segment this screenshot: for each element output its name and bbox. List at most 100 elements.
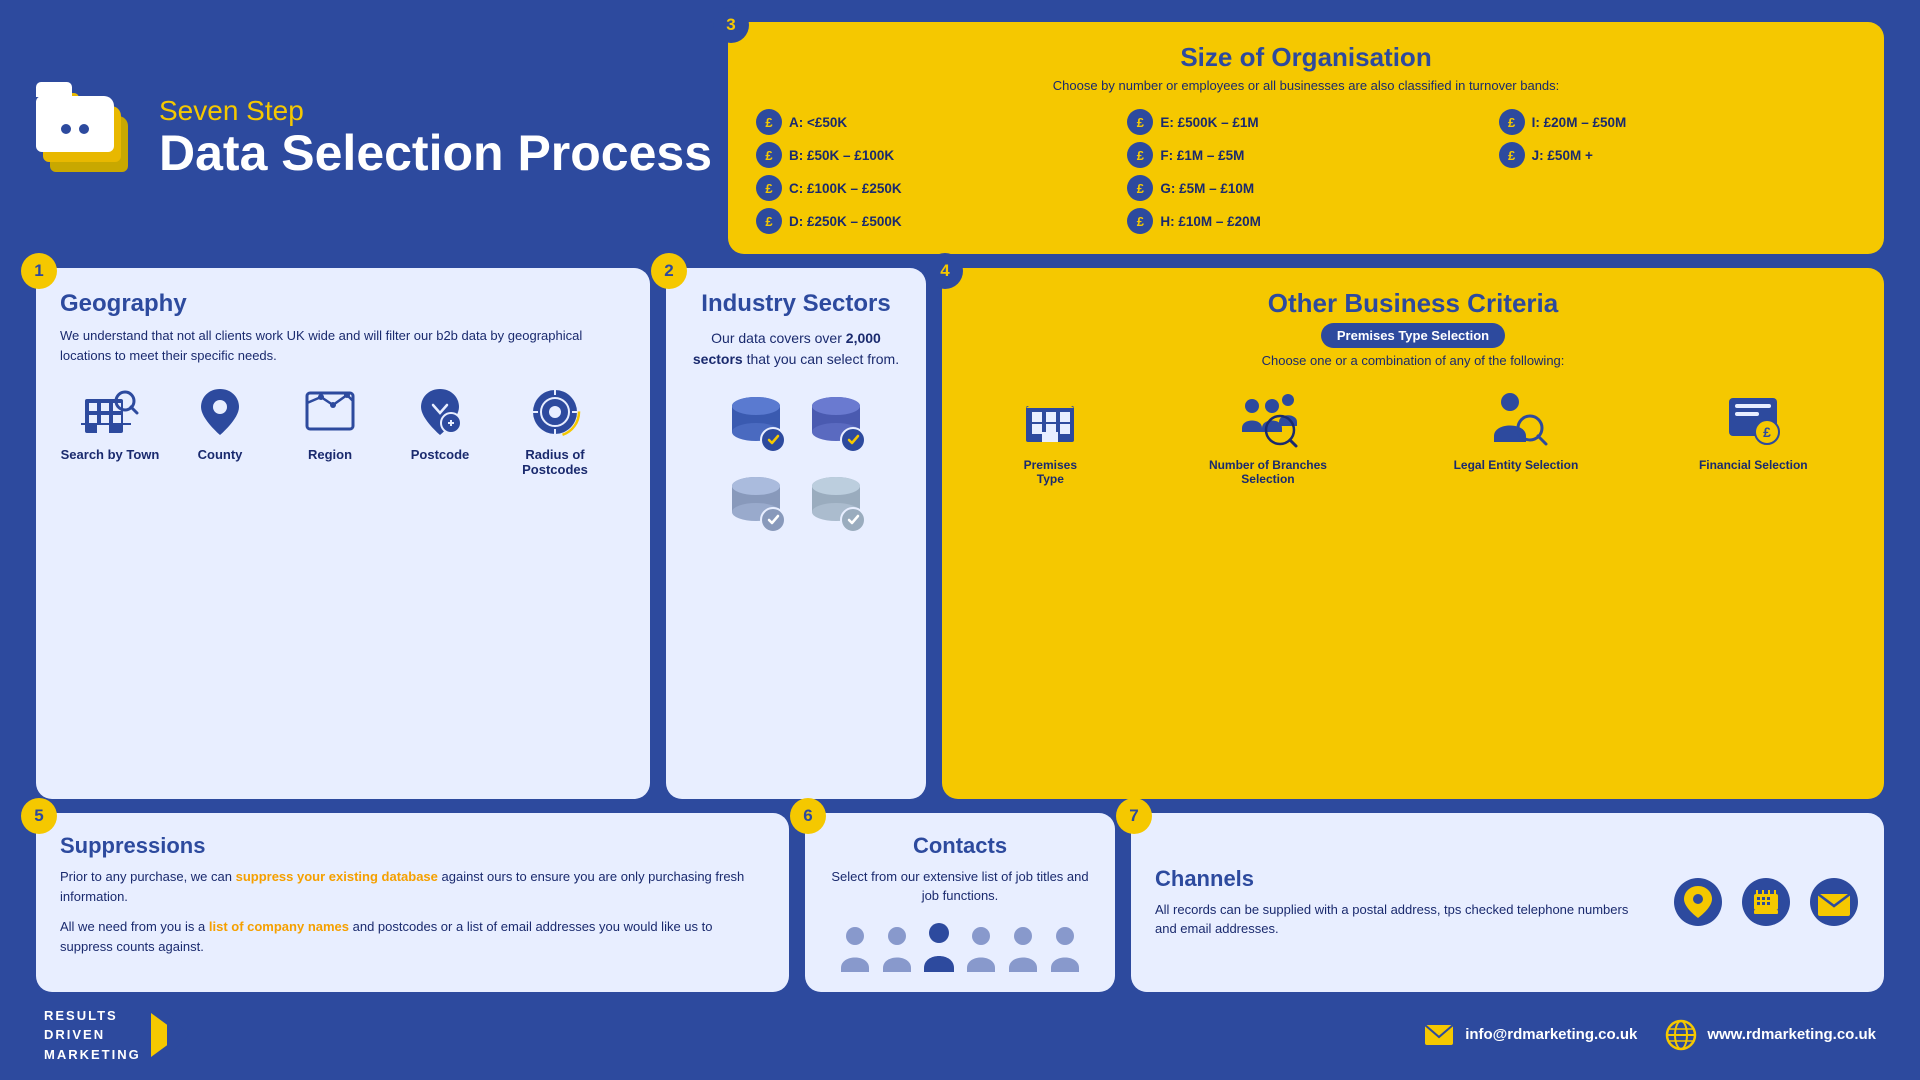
geography-body: We understand that not all clients work … — [60, 326, 626, 365]
band-b: £ B: £50K – £100K — [756, 142, 1113, 168]
region-icon — [301, 383, 359, 441]
band-e: £ E: £500K – £1M — [1127, 109, 1484, 135]
svg-text:£: £ — [1763, 424, 1771, 440]
criteria-choose-text: Choose one or a combination of any of th… — [966, 353, 1860, 368]
logo-area: RESULTS DRIVEN MARKETING — [44, 1006, 187, 1065]
location-icon — [1672, 876, 1724, 928]
geo-item-postcode: Postcode — [390, 383, 490, 477]
logo-line3: MARKETING — [44, 1045, 141, 1065]
email-contact: info@rdmarketing.co.uk — [1423, 1019, 1637, 1051]
footer-bar: RESULTS DRIVEN MARKETING info@rdmarketin… — [36, 1006, 1884, 1065]
email-footer-icon — [1423, 1019, 1455, 1051]
radius-icon — [526, 383, 584, 441]
premises-badge: Premises Type Selection — [1321, 323, 1505, 348]
person-icon-4 — [963, 924, 999, 972]
geo-item-county: County — [170, 383, 270, 477]
person-icon-1 — [837, 924, 873, 972]
criteria-title: Other Business Criteria — [966, 288, 1860, 319]
email-address: info@rdmarketing.co.uk — [1465, 1026, 1637, 1043]
band-a: £ A: <£50K — [756, 109, 1113, 135]
geo-label-region: Region — [308, 447, 352, 462]
card-suppressions: 5 Suppressions Prior to any purchase, we… — [36, 813, 789, 992]
step-5-badge: 5 — [21, 798, 57, 834]
premises-type-icon — [1018, 386, 1082, 450]
criteria-label-financial: Financial Selection — [1699, 458, 1808, 472]
database-icon-2 — [801, 388, 871, 458]
card-other-criteria: 4 Other Business Criteria Premises Type … — [942, 268, 1884, 798]
email-icon — [1808, 876, 1860, 928]
geography-title: Geography — [60, 290, 626, 318]
step-1-badge: 1 — [21, 253, 57, 289]
step-4-badge: 4 — [927, 253, 963, 289]
header-text: Seven Step Data Selection Process — [159, 96, 712, 179]
geo-label-town: Search by Town — [61, 447, 160, 462]
criteria-label-premises: PremisesType — [1024, 458, 1077, 486]
band-c: £ C: £100K – £250K — [756, 175, 1113, 201]
card-size-organisation: 3 Size of Organisation Choose by number … — [728, 22, 1884, 254]
contacts-title: Contacts — [913, 833, 1007, 859]
card-geography: 1 Geography We understand that not all c… — [36, 268, 650, 798]
channels-title: Channels — [1155, 866, 1652, 892]
band-j: £ J: £50M + — [1499, 142, 1856, 168]
contacts-body: Select from our extensive list of job ti… — [829, 867, 1091, 906]
contact-info: info@rdmarketing.co.uk www.rdmarketing.c… — [1423, 1019, 1876, 1051]
industry-body: Our data covers over 2,000 sectors that … — [686, 328, 906, 370]
globe-icon — [1665, 1019, 1697, 1051]
channels-body: All records can be supplied with a posta… — [1155, 900, 1652, 939]
band-f: £ F: £1M – £5M — [1127, 142, 1484, 168]
step-3-badge: 3 — [713, 7, 749, 43]
database-icon-3 — [721, 468, 791, 538]
telephone-icon — [1740, 876, 1792, 928]
person-icon-5 — [1005, 924, 1041, 972]
band-h: £ H: £10M – £20M — [1127, 208, 1484, 234]
header: Seven Step Data Selection Process — [36, 22, 712, 254]
branches-icon — [1236, 386, 1300, 450]
criteria-item-premises: PremisesType — [1018, 386, 1082, 486]
band-g: £ G: £5M – £10M — [1127, 175, 1484, 201]
logo-line1: RESULTS — [44, 1006, 141, 1026]
criteria-label-legal: Legal Entity Selection — [1454, 458, 1579, 472]
map-pin-icon — [191, 383, 249, 441]
band-d: £ D: £250K – £500K — [756, 208, 1113, 234]
step-6-badge: 6 — [790, 798, 826, 834]
person-icon-3 — [921, 920, 957, 972]
building-icon — [81, 383, 139, 441]
geo-label-radius: Radius of Postcodes — [500, 447, 610, 477]
criteria-label-branches: Number of Branches Selection — [1203, 458, 1333, 486]
card-contacts: 6 Contacts Select from our extensive lis… — [805, 813, 1115, 992]
database-icon-1 — [721, 388, 791, 458]
size-subtitle: Choose by number or employees or all bus… — [756, 77, 1856, 95]
database-icon-4 — [801, 468, 871, 538]
geo-label-postcode: Postcode — [411, 447, 470, 462]
header-title: Data Selection Process — [159, 127, 712, 180]
geo-item-radius: Radius of Postcodes — [500, 383, 610, 477]
industry-title: Industry Sectors — [701, 290, 890, 318]
postcode-icon — [411, 383, 469, 441]
criteria-item-branches: Number of Branches Selection — [1203, 386, 1333, 486]
legal-entity-icon — [1484, 386, 1548, 450]
geo-item-town: Search by Town — [60, 383, 160, 477]
website-address: www.rdmarketing.co.uk — [1707, 1026, 1876, 1043]
person-icon-2 — [879, 924, 915, 972]
geo-label-county: County — [198, 447, 243, 462]
criteria-item-legal: Legal Entity Selection — [1454, 386, 1579, 472]
financial-selection-icon: £ — [1721, 386, 1785, 450]
suppressions-body1: Prior to any purchase, we can suppress y… — [60, 867, 765, 907]
step-2-badge: 2 — [651, 253, 687, 289]
step-7-badge: 7 — [1116, 798, 1152, 834]
logo-chevron — [151, 1013, 187, 1057]
logo-line2: DRIVEN — [44, 1025, 141, 1045]
suppressions-title: Suppressions — [60, 833, 765, 859]
card-industry: 2 Industry Sectors Our data covers over … — [666, 268, 926, 798]
person-icon-6 — [1047, 924, 1083, 972]
suppressions-body2: All we need from you is a list of compan… — [60, 917, 765, 957]
criteria-item-financial: £ Financial Selection — [1699, 386, 1808, 472]
card-channels: 7 Channels All records can be supplied w… — [1131, 813, 1884, 992]
website-contact: www.rdmarketing.co.uk — [1665, 1019, 1876, 1051]
header-subtitle: Seven Step — [159, 96, 712, 127]
band-i: £ I: £20M – £50M — [1499, 109, 1856, 135]
geo-item-region: Region — [280, 383, 380, 477]
folder-icon — [36, 94, 141, 182]
logo-text: RESULTS DRIVEN MARKETING — [44, 1006, 141, 1065]
size-title: Size of Organisation — [756, 42, 1856, 73]
